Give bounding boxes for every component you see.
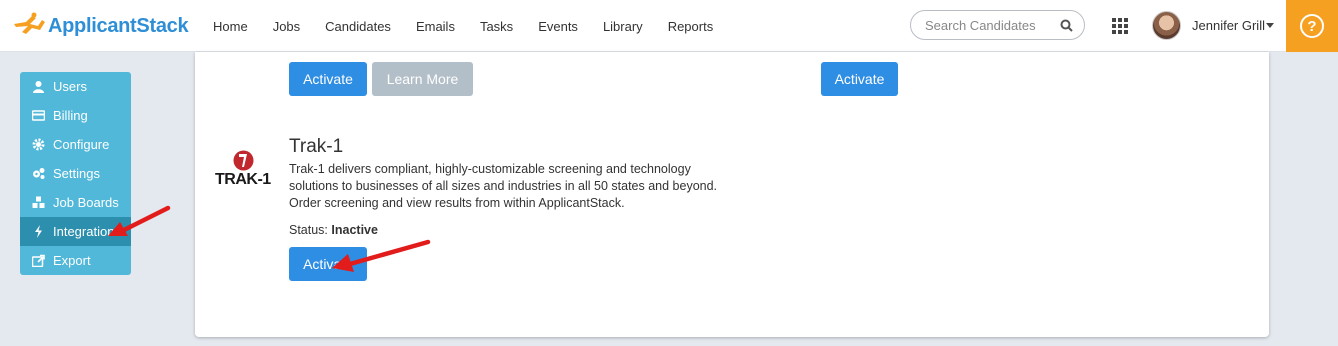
sidebar-item-label: Export <box>53 253 91 268</box>
sidebar-item-label: Integrations <box>53 224 121 239</box>
sidebar-item-configure[interactable]: Configure <box>20 130 131 159</box>
credit-card-icon <box>32 109 45 122</box>
activate-button[interactable]: Activate <box>289 62 367 96</box>
trak1-logo-mark-icon <box>233 150 254 171</box>
brand-logo[interactable]: ApplicantStack <box>12 10 189 42</box>
nav-candidates[interactable]: Candidates <box>325 19 391 34</box>
integration-status: Status: Inactive <box>289 223 378 237</box>
chevron-down-icon[interactable] <box>1266 23 1274 28</box>
help-button[interactable]: ? <box>1286 0 1338 52</box>
nav-emails[interactable]: Emails <box>416 19 455 34</box>
apps-grid-icon[interactable] <box>1112 18 1128 34</box>
trak1-wordmark: TRAK-1 <box>215 171 271 188</box>
sidebar-item-billing[interactable]: Billing <box>20 101 131 130</box>
avatar[interactable] <box>1152 11 1181 40</box>
runner-logo-icon <box>14 12 45 34</box>
sidebar-item-label: Configure <box>53 137 110 152</box>
nav-events[interactable]: Events <box>538 19 578 34</box>
trak1-activate-button[interactable]: Activate <box>289 247 367 281</box>
sidebar-item-export[interactable]: Export <box>20 246 131 275</box>
brand-name: ApplicantStack <box>48 14 189 37</box>
nav-library[interactable]: Library <box>603 19 643 34</box>
user-icon <box>32 80 45 93</box>
question-icon: ? <box>1300 14 1324 38</box>
nav-tasks[interactable]: Tasks <box>480 19 513 34</box>
learn-more-button[interactable]: Learn More <box>372 62 473 96</box>
trak1-logo: TRAK-1 <box>215 150 273 190</box>
settings-sidebar: Users Billing Configure Settings Job Boa… <box>20 72 131 275</box>
bolt-icon <box>32 225 45 238</box>
sidebar-item-label: Job Boards <box>53 195 119 210</box>
nav-home[interactable]: Home <box>213 19 248 34</box>
integrations-panel: Activate Learn More Activate TRAK-1 Trak… <box>195 52 1269 337</box>
sidebar-item-users[interactable]: Users <box>20 72 131 101</box>
gears-icon <box>32 167 45 180</box>
share-icon <box>32 254 45 267</box>
activate-button[interactable]: Activate <box>821 62 898 96</box>
sidebar-item-integrations[interactable]: Integrations <box>20 217 131 246</box>
gear-icon <box>32 138 45 151</box>
sidebar-item-settings[interactable]: Settings <box>20 159 131 188</box>
nav-jobs[interactable]: Jobs <box>273 19 300 34</box>
sidebar-item-job-boards[interactable]: Job Boards <box>20 188 131 217</box>
status-value: Inactive <box>331 223 378 237</box>
integration-description: Trak-1 delivers compliant, highly-custom… <box>289 162 718 210</box>
search-icon[interactable] <box>1060 19 1073 32</box>
integration-title: Trak-1 <box>289 136 344 157</box>
search-box <box>910 10 1085 40</box>
nav-reports[interactable]: Reports <box>668 19 714 34</box>
sidebar-item-label: Billing <box>53 108 88 123</box>
search-input[interactable] <box>925 17 1055 34</box>
sidebar-item-label: Users <box>53 79 87 94</box>
cubes-icon <box>32 196 45 209</box>
sidebar-item-label: Settings <box>53 166 100 181</box>
user-name[interactable]: Jennifer Grill <box>1192 18 1265 33</box>
main-nav: Home Jobs Candidates Emails Tasks Events… <box>213 0 738 52</box>
top-navbar: ApplicantStack Home Jobs Candidates Emai… <box>0 0 1338 52</box>
